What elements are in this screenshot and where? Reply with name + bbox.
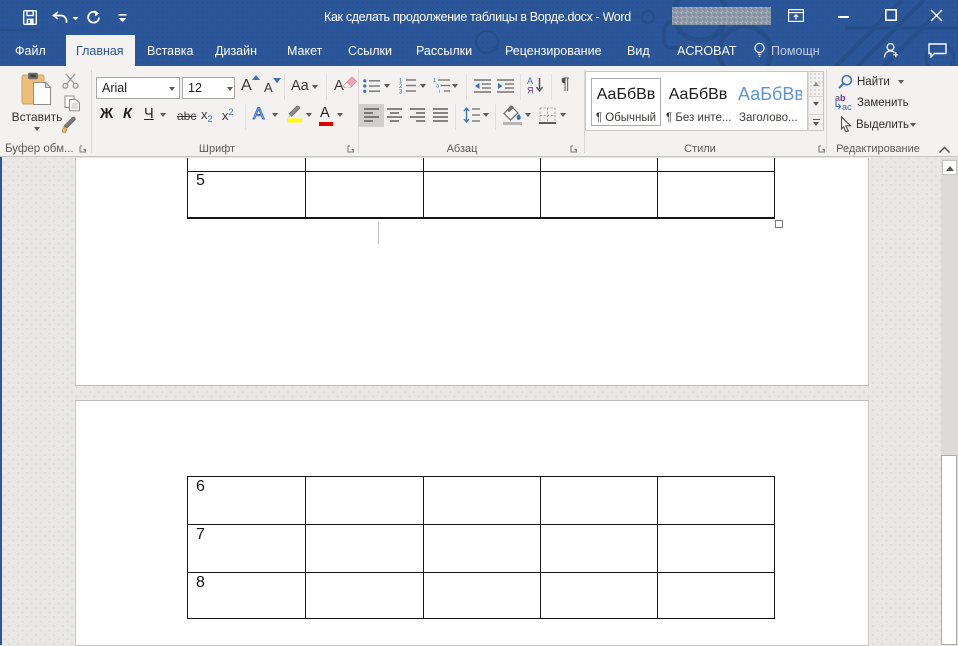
svg-text:ac: ac — [842, 102, 852, 111]
svg-text:i: i — [439, 89, 440, 94]
svg-text:3: 3 — [399, 90, 403, 95]
svg-text:А: А — [527, 76, 533, 86]
svg-text:Я: Я — [527, 86, 534, 95]
